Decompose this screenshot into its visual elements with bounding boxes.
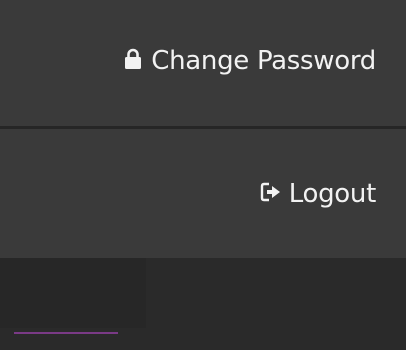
logout-menu-item[interactable]: Logout [0, 129, 406, 258]
logout-label: Logout [288, 178, 377, 209]
change-password-menu-item[interactable]: Change Password [0, 0, 406, 126]
lock-icon [121, 47, 145, 71]
page-background [0, 258, 406, 350]
sign-out-icon [259, 180, 283, 204]
active-indicator-line [14, 332, 118, 334]
user-dropdown-menu: Change Password Logout [0, 0, 406, 258]
background-panel [0, 258, 146, 328]
change-password-label: Change Password [151, 46, 376, 76]
